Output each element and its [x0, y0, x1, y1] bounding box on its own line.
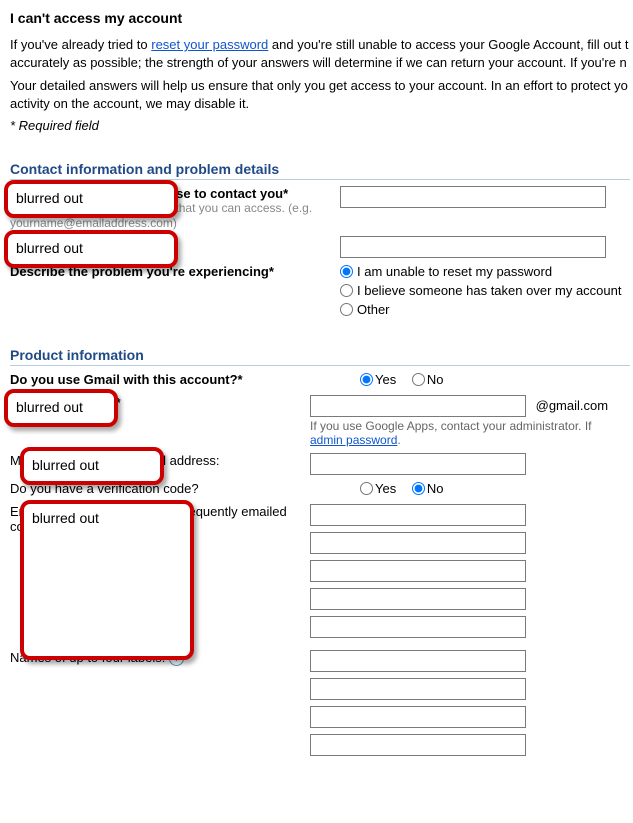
problem-radio-other[interactable] [340, 303, 353, 316]
use-gmail-yes-radio[interactable] [360, 373, 373, 386]
contact-input-5[interactable] [310, 616, 526, 638]
verification-yes-label: Yes [375, 481, 396, 496]
apps-note-after: . [397, 433, 400, 447]
google-apps-note: If you use Google Apps, contact your adm… [310, 419, 630, 447]
use-gmail-yes-label: Yes [375, 372, 396, 387]
contact-input-2[interactable] [310, 532, 526, 554]
section-contact-heading: Contact information and problem details [10, 161, 630, 180]
section-product-heading: Product information [10, 347, 630, 366]
page-title: I can't access my account [10, 10, 630, 26]
contact-input-3[interactable] [310, 560, 526, 582]
contact-input-4[interactable] [310, 588, 526, 610]
label-input-3[interactable] [310, 706, 526, 728]
reset-password-link[interactable]: reset your password [151, 37, 268, 52]
blurred-overlay-recovery-email: blurred out [20, 447, 164, 485]
problem-opt1-label: I am unable to reset my password [357, 264, 552, 279]
blurred-overlay-gmail-username: blurred out [4, 389, 118, 427]
intro-p2: Your detailed answers will help us ensur… [10, 77, 630, 112]
contact-input-1[interactable] [310, 504, 526, 526]
use-gmail-label: Do you use Gmail with this account?* [10, 372, 360, 387]
problem-radio-unable[interactable] [340, 265, 353, 278]
blurred-overlay-contact-email: blurred out [4, 180, 178, 218]
contact-email-input[interactable] [340, 186, 606, 208]
intro-p1: If you've already tried to reset your pa… [10, 36, 630, 71]
problem-radio-takeover[interactable] [340, 284, 353, 297]
label-input-2[interactable] [310, 678, 526, 700]
use-gmail-no-label: No [427, 372, 444, 387]
problem-opt2-label: I believe someone has taken over my acco… [357, 283, 621, 298]
intro-p1-before: If you've already tried to [10, 37, 151, 52]
label-input-4[interactable] [310, 734, 526, 756]
recovery-email-input[interactable] [310, 453, 526, 475]
use-gmail-no-radio[interactable] [412, 373, 425, 386]
blurred-overlay-reenter-email: blurred out [4, 230, 178, 268]
gmail-username-input[interactable] [310, 395, 526, 417]
label-input-1[interactable] [310, 650, 526, 672]
apps-note-before: If you use Google Apps, contact your adm… [310, 419, 591, 433]
reenter-email-input[interactable] [340, 236, 606, 258]
blurred-overlay-contacts: blurred out [20, 500, 194, 660]
verification-no-radio[interactable] [412, 482, 425, 495]
verification-no-label: No [427, 481, 444, 496]
gmail-suffix: @gmail.com [536, 398, 608, 413]
problem-opt3-label: Other [357, 302, 390, 317]
admin-password-link[interactable]: admin password [310, 433, 397, 447]
required-note: * Required field [10, 118, 630, 133]
verification-yes-radio[interactable] [360, 482, 373, 495]
